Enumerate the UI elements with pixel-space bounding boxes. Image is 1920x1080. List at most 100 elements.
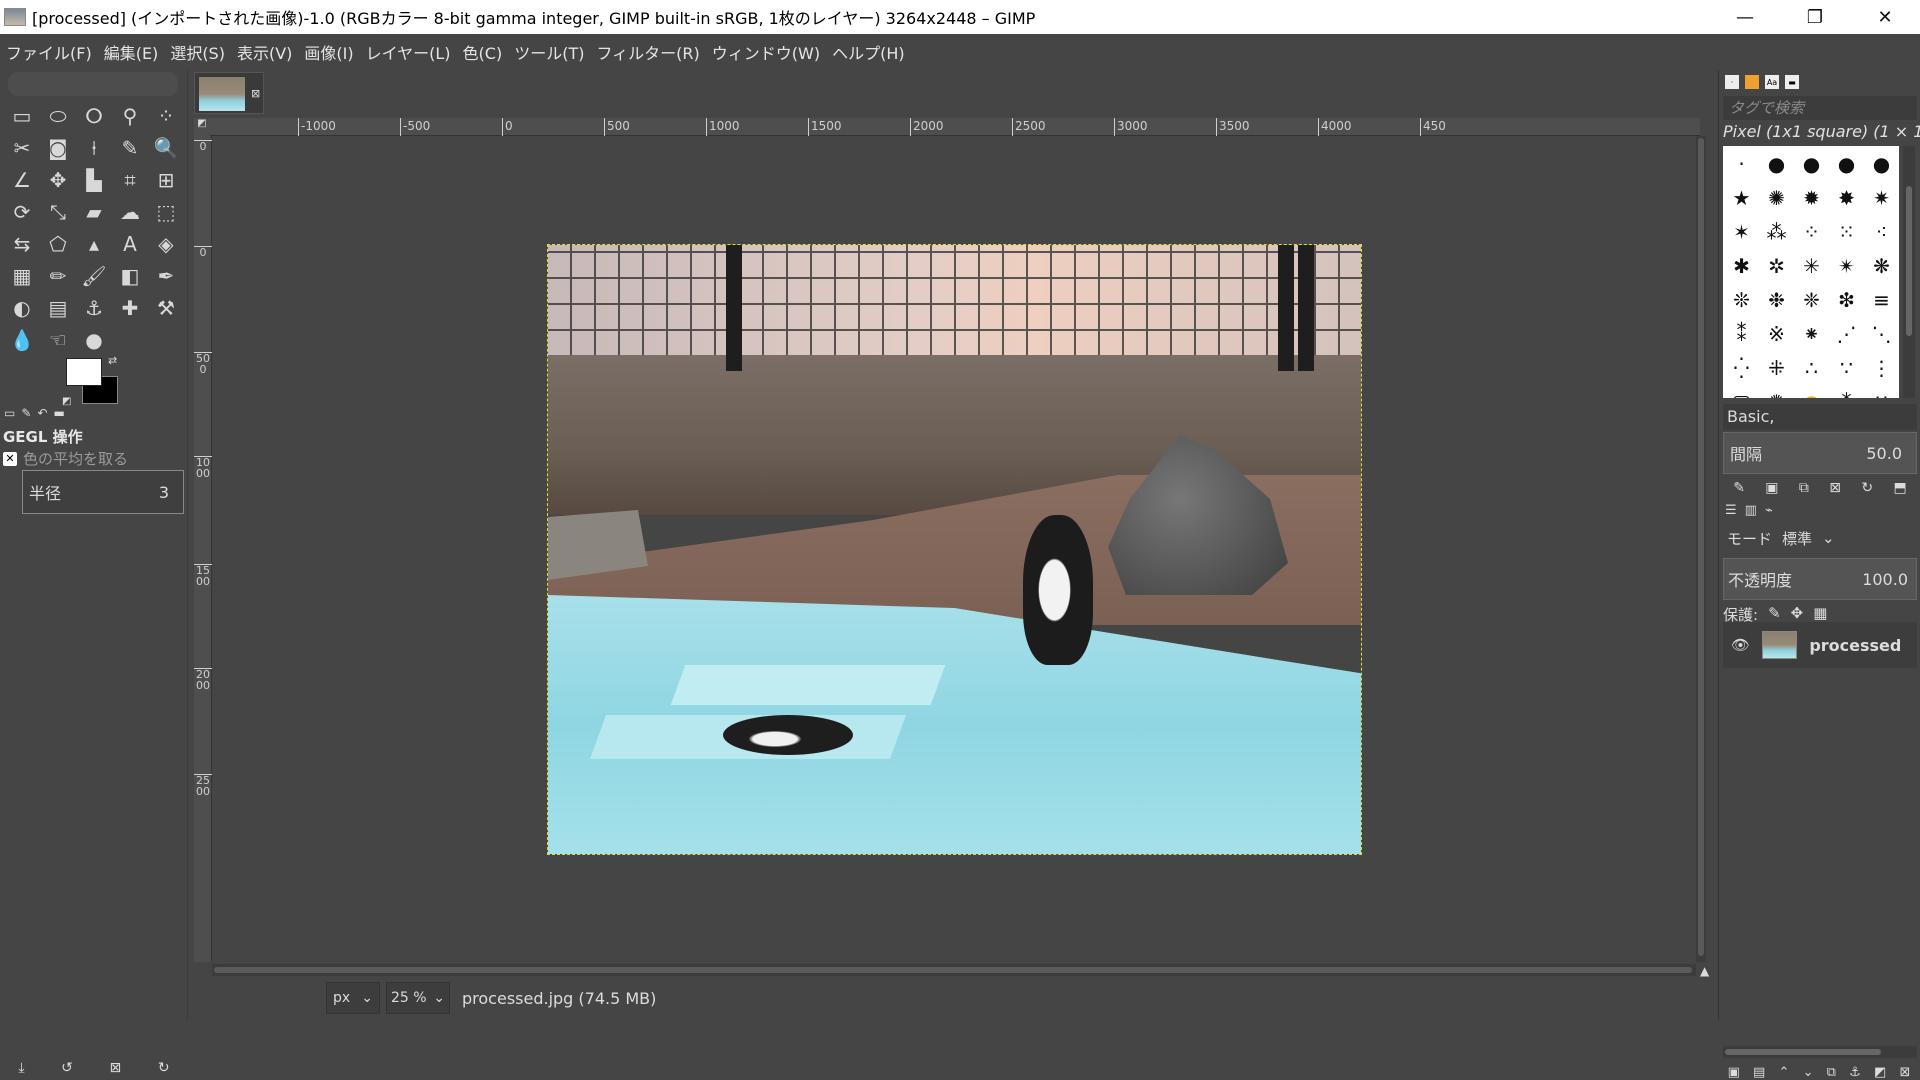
brush-scrollbar-thumb[interactable] <box>1906 186 1912 336</box>
zoom-tool-icon[interactable]: 🔍 <box>148 132 184 164</box>
brush-preset[interactable]: ❈ <box>1795 284 1828 316</box>
mode-select[interactable]: 標準 <box>1782 528 1812 549</box>
brush-scrollbar[interactable] <box>1903 146 1915 398</box>
menu-tools[interactable]: ツール(T) <box>514 40 584 64</box>
minimize-button[interactable]: — <box>1710 0 1780 34</box>
undo-history-tab-icon[interactable]: ↶ <box>37 406 47 420</box>
cage-transform-tool-icon[interactable]: ⬠ <box>40 228 76 260</box>
paths-tab-icon[interactable]: ⌁ <box>1765 503 1773 518</box>
free-select-tool-icon[interactable]: ⵔ <box>76 100 112 132</box>
patterns-tab-icon[interactable] <box>1745 75 1759 89</box>
foreground-color-swatch[interactable] <box>66 358 102 386</box>
spacing-value[interactable]: 50.0 <box>1866 444 1902 463</box>
vertical-scrollbar[interactable] <box>1696 136 1706 962</box>
brush-preset[interactable]: ⁑ <box>1725 318 1758 350</box>
brush-preset[interactable]: · <box>1725 148 1758 180</box>
images-tab-icon[interactable]: ▬ <box>53 406 64 420</box>
brush-preset[interactable]: ❋ <box>1865 250 1898 282</box>
new-layer-icon[interactable]: ▣ <box>1728 1065 1740 1080</box>
rotate-tool-icon[interactable]: ⟳ <box>4 196 40 228</box>
unified-transform-tool-icon[interactable]: ⊞ <box>148 164 184 196</box>
paintbrush-tool-icon[interactable]: 🖌 <box>76 260 112 292</box>
brush-preset[interactable]: ✴ <box>1830 250 1863 282</box>
brush-preset[interactable]: ▢ <box>1725 386 1758 398</box>
document-history-tab-icon[interactable]: ▬ <box>1785 75 1799 89</box>
select-by-color-tool-icon[interactable]: ⁘ <box>148 100 184 132</box>
fonts-tab-icon[interactable]: Aa <box>1765 75 1779 89</box>
brush-preset[interactable]: ⋰ <box>1830 318 1863 350</box>
device-status-tab-icon[interactable]: ✎ <box>21 406 31 420</box>
brush-preset[interactable]: ✺ <box>1760 386 1793 398</box>
brush-preset[interactable]: ● <box>1795 386 1828 398</box>
radius-spinner[interactable]: 半径 3 <box>22 470 184 514</box>
brush-preset[interactable]: ∴ <box>1795 352 1828 384</box>
canvas-area[interactable] <box>212 136 1696 962</box>
mask-layer-icon[interactable]: ◩ <box>1874 1065 1886 1080</box>
layers-scrollbar[interactable] <box>1723 1046 1917 1058</box>
brush-preset[interactable]: ● <box>1830 148 1863 180</box>
wrap-tool-icon[interactable]: ▴ <box>76 228 112 260</box>
horizontal-scrollbar[interactable] <box>212 964 1696 976</box>
brush-preset[interactable]: ● <box>1865 148 1898 180</box>
opacity-value[interactable]: 100.0 <box>1862 570 1908 589</box>
delete-options-icon[interactable]: ⊠ <box>110 1060 122 1076</box>
new-brush-icon[interactable]: ▣ <box>1765 480 1778 496</box>
restore-button[interactable]: ❐ <box>1780 0 1850 34</box>
brush-preset[interactable]: ⁂ <box>1830 386 1863 398</box>
brush-preset[interactable]: ⁕ <box>1795 318 1828 350</box>
brush-preset[interactable]: ⋱ <box>1865 318 1898 350</box>
radius-value[interactable]: 3 <box>159 483 169 502</box>
opacity-spinner[interactable]: 不透明度 100.0 <box>1723 558 1917 600</box>
brush-preset[interactable]: ⁜ <box>1760 352 1793 384</box>
brush-preset[interactable]: ✶ <box>1725 216 1758 248</box>
zoom-selector[interactable]: 25 % ⌄ <box>386 982 450 1014</box>
raise-layer-icon[interactable]: ⌃ <box>1779 1065 1790 1080</box>
close-op-icon[interactable]: ✕ <box>3 451 17 466</box>
perspective-clone-tool-icon[interactable]: ⚒ <box>148 292 184 324</box>
menu-layer[interactable]: レイヤー(L) <box>366 40 451 64</box>
fuzzy-select-tool-icon[interactable]: ⚲ <box>112 100 148 132</box>
airbrush-tool-icon[interactable]: ✒ <box>148 260 184 292</box>
pencil-tool-icon[interactable]: ✏ <box>40 260 76 292</box>
brush-preset[interactable]: ✺ <box>1760 182 1793 214</box>
image-tab[interactable]: ⊠ <box>194 72 264 114</box>
reset-options-icon[interactable]: ↻ <box>158 1060 170 1076</box>
new-group-icon[interactable]: ▤ <box>1753 1065 1765 1080</box>
scale-tool-icon[interactable]: ⤡ <box>40 196 76 228</box>
delete-layer-icon[interactable]: ⊠ <box>1899 1065 1910 1080</box>
brush-preset[interactable]: ❊ <box>1725 284 1758 316</box>
dodge-burn-tool-icon[interactable]: ● <box>76 324 112 356</box>
layer-row[interactable]: 👁 processed <box>1723 622 1917 668</box>
layers-tab-icon[interactable]: ☰ <box>1725 503 1737 518</box>
brush-preset[interactable]: ≡ <box>1865 284 1898 316</box>
measure-tool-icon[interactable]: ∠ <box>4 164 40 196</box>
bucket-fill-tool-icon[interactable]: ◈ <box>148 228 184 260</box>
align-tool-icon[interactable]: ▙ <box>76 164 112 196</box>
brushes-tab-icon[interactable]: · <box>1725 75 1739 89</box>
brush-grid[interactable]: ·●●●●★✺✹✸✷✶⁂⁘⁙⁖✱✲✳✴❋❊❉❈❇≡⁑※⁕⋰⋱⁛⁜∴∵⋮▢✺●⁂⁙ <box>1723 146 1899 398</box>
brush-preset[interactable]: ✱ <box>1725 250 1758 282</box>
brush-preset[interactable]: ⁛ <box>1725 352 1758 384</box>
wilber-drop-area[interactable] <box>8 72 178 96</box>
text-tool-icon[interactable]: A <box>112 228 148 260</box>
smudge-tool-icon[interactable]: ☜ <box>40 324 76 356</box>
image-canvas[interactable] <box>547 244 1362 855</box>
menu-colors[interactable]: 色(C) <box>463 40 503 64</box>
blur-tool-icon[interactable]: 💧 <box>4 324 40 356</box>
menu-edit[interactable]: 編集(E) <box>104 40 159 64</box>
swap-colors-icon[interactable]: ⇄ <box>108 354 117 367</box>
ellipse-select-tool-icon[interactable]: ⬭ <box>40 100 76 132</box>
menu-select[interactable]: 選択(S) <box>170 40 225 64</box>
edit-brush-icon[interactable]: ✎ <box>1733 480 1745 496</box>
gradient-tool-icon[interactable]: ▦ <box>4 260 40 292</box>
mypaint-brush-tool-icon[interactable]: ▤ <box>40 292 76 324</box>
brush-preset[interactable]: ⋮ <box>1865 352 1898 384</box>
brush-preset[interactable]: ✷ <box>1865 182 1898 214</box>
brush-preset[interactable]: ❇ <box>1830 284 1863 316</box>
anchor-layer-icon[interactable]: ⚓ <box>1849 1065 1861 1080</box>
brush-preset[interactable]: ∵ <box>1830 352 1863 384</box>
brush-preset[interactable]: ✲ <box>1760 250 1793 282</box>
menu-help[interactable]: ヘルプ(H) <box>832 40 905 64</box>
menu-image[interactable]: 画像(I) <box>304 40 353 64</box>
menu-windows[interactable]: ウィンドウ(W) <box>712 40 820 64</box>
